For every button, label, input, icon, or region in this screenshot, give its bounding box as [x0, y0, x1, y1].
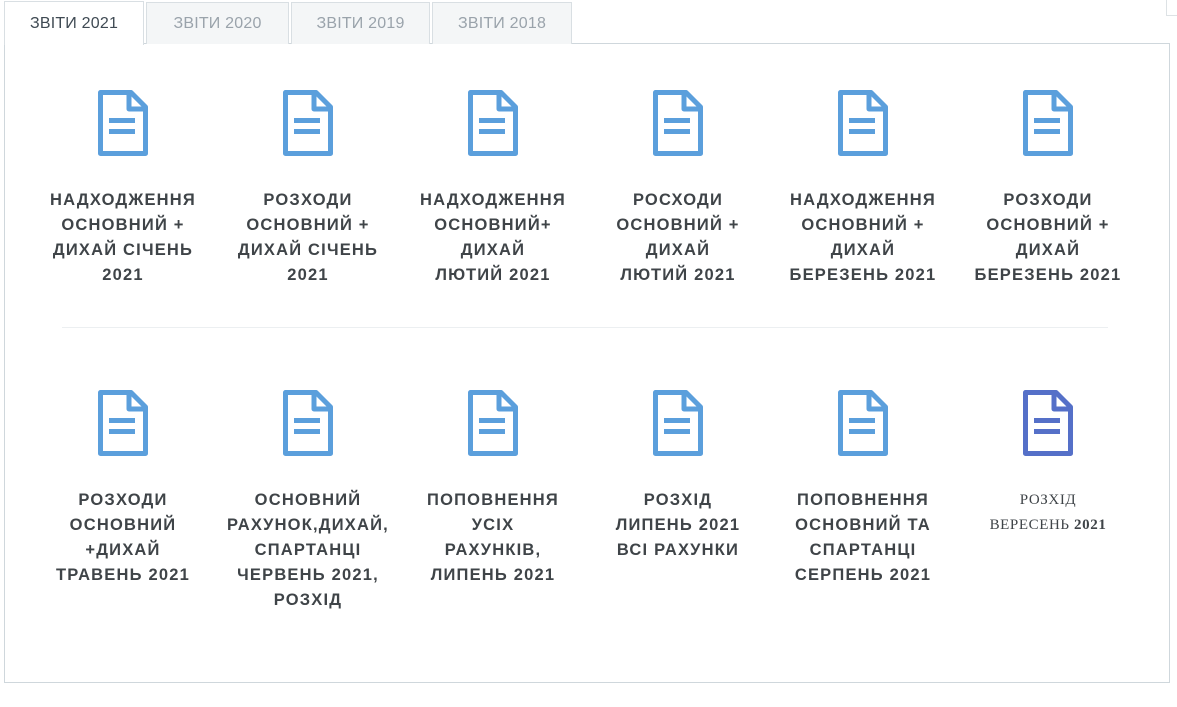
document-label: ПОПОВНЕННЯ ОСНОВНИЙ ТА СПАРТАНЦІ СЕРПЕНЬ…: [794, 491, 932, 584]
document-link-jan-expenses[interactable]: РОЗХОДИ ОСНОВНИЙ + ДИХАЙ СІЧЕНЬ 2021: [218, 88, 398, 288]
document-icon: [468, 390, 518, 456]
document-link-feb-income[interactable]: НАДХОДЖЕННЯ ОСНОВНИЙ+ ДИХАЙ ЛЮТИЙ 2021: [403, 88, 583, 288]
document-icon: [1023, 90, 1073, 156]
document-label: РОЗХІД ВЕРЕСЕНЬ 2021: [958, 488, 1138, 538]
document-icon: [838, 90, 888, 156]
document-label: РОЗХОДИ ОСНОВНИЙ + ДИХАЙ СІЧЕНЬ 2021: [237, 191, 379, 284]
row-divider: [62, 327, 1108, 328]
scrollbar-corner: [1166, 0, 1177, 16]
document-icon: [98, 90, 148, 156]
document-link-mar-income[interactable]: НАДХОДЖЕННЯ ОСНОВНИЙ + ДИХАЙ БЕРЕЗЕНЬ 20…: [773, 88, 953, 288]
tab-reports-2021[interactable]: ЗВІТИ 2021: [4, 1, 144, 45]
document-link-feb-expenses[interactable]: РОСХОДИ ОСНОВНИЙ + ДИХАЙ ЛЮТИЙ 2021: [588, 88, 768, 288]
document-link-july-income[interactable]: ПОПОВНЕННЯ УСІХ РАХУНКІВ, ЛИПЕНЬ 2021: [403, 388, 583, 588]
document-icon: [653, 90, 703, 156]
document-label: НАДХОДЖЕННЯ ОСНОВНИЙ + ДИХАЙ БЕРЕЗЕНЬ 20…: [789, 191, 937, 284]
document-label: РОЗХОДИ ОСНОВНИЙ +ДИХАЙ ТРАВЕНЬ 2021: [56, 491, 190, 584]
document-label: НАДХОДЖЕННЯ ОСНОВНИЙ + ДИХАЙ СІЧЕНЬ 2021: [50, 191, 196, 284]
label-line: ВЕРЕСЕНЬ: [989, 517, 1070, 533]
document-label: ОСНОВНИЙ РАХУНОК,ДИХАЙ, СПАРТАНЦІ ЧЕРВЕН…: [227, 491, 389, 609]
document-label: РОЗХОДИ ОСНОВНИЙ + ДИХАЙ БЕРЕЗЕНЬ 2021: [974, 191, 1122, 284]
document-label: РОСХОДИ ОСНОВНИЙ + ДИХАЙ ЛЮТИЙ 2021: [616, 191, 740, 284]
document-link-jan-income[interactable]: НАДХОДЖЕННЯ ОСНОВНИЙ + ДИХАЙ СІЧЕНЬ 2021: [33, 88, 213, 288]
document-icon: [283, 390, 333, 456]
report-tabs: ЗВІТИ 2021 ЗВІТИ 2020 ЗВІТИ 2019 ЗВІТИ 2…: [4, 0, 574, 45]
document-link-aug-income[interactable]: ПОПОВНЕННЯ ОСНОВНИЙ ТА СПАРТАНЦІ СЕРПЕНЬ…: [773, 388, 953, 588]
document-label: НАДХОДЖЕННЯ ОСНОВНИЙ+ ДИХАЙ ЛЮТИЙ 2021: [420, 191, 566, 284]
document-icon: [838, 390, 888, 456]
tab-reports-2020[interactable]: ЗВІТИ 2020: [146, 2, 289, 44]
document-label: ПОПОВНЕННЯ УСІХ РАХУНКІВ, ЛИПЕНЬ 2021: [427, 491, 559, 584]
document-icon: [468, 90, 518, 156]
document-icon: [653, 390, 703, 456]
document-label: РОЗХІД ЛИПЕНЬ 2021 ВСІ РАХУНКИ: [615, 491, 741, 559]
document-link-may-expenses[interactable]: РОЗХОДИ ОСНОВНИЙ +ДИХАЙ ТРАВЕНЬ 2021: [33, 388, 213, 588]
document-link-mar-expenses[interactable]: РОЗХОДИ ОСНОВНИЙ + ДИХАЙ БЕРЕЗЕНЬ 2021: [958, 88, 1138, 288]
document-link-june-expenses[interactable]: ОСНОВНИЙ РАХУНОК,ДИХАЙ, СПАРТАНЦІ ЧЕРВЕН…: [218, 388, 398, 613]
document-icon: [98, 390, 148, 456]
document-icon: [283, 90, 333, 156]
document-link-july-expenses[interactable]: РОЗХІД ЛИПЕНЬ 2021 ВСІ РАХУНКИ: [588, 388, 768, 563]
label-year: 2021: [1074, 517, 1107, 533]
label-line: РОЗХІД: [1019, 492, 1077, 508]
tab-reports-2018[interactable]: ЗВІТИ 2018: [432, 2, 572, 44]
document-icon: [1023, 390, 1073, 456]
tab-reports-2019[interactable]: ЗВІТИ 2019: [291, 2, 430, 44]
document-link-sep-expenses[interactable]: РОЗХІД ВЕРЕСЕНЬ 2021: [958, 388, 1138, 538]
